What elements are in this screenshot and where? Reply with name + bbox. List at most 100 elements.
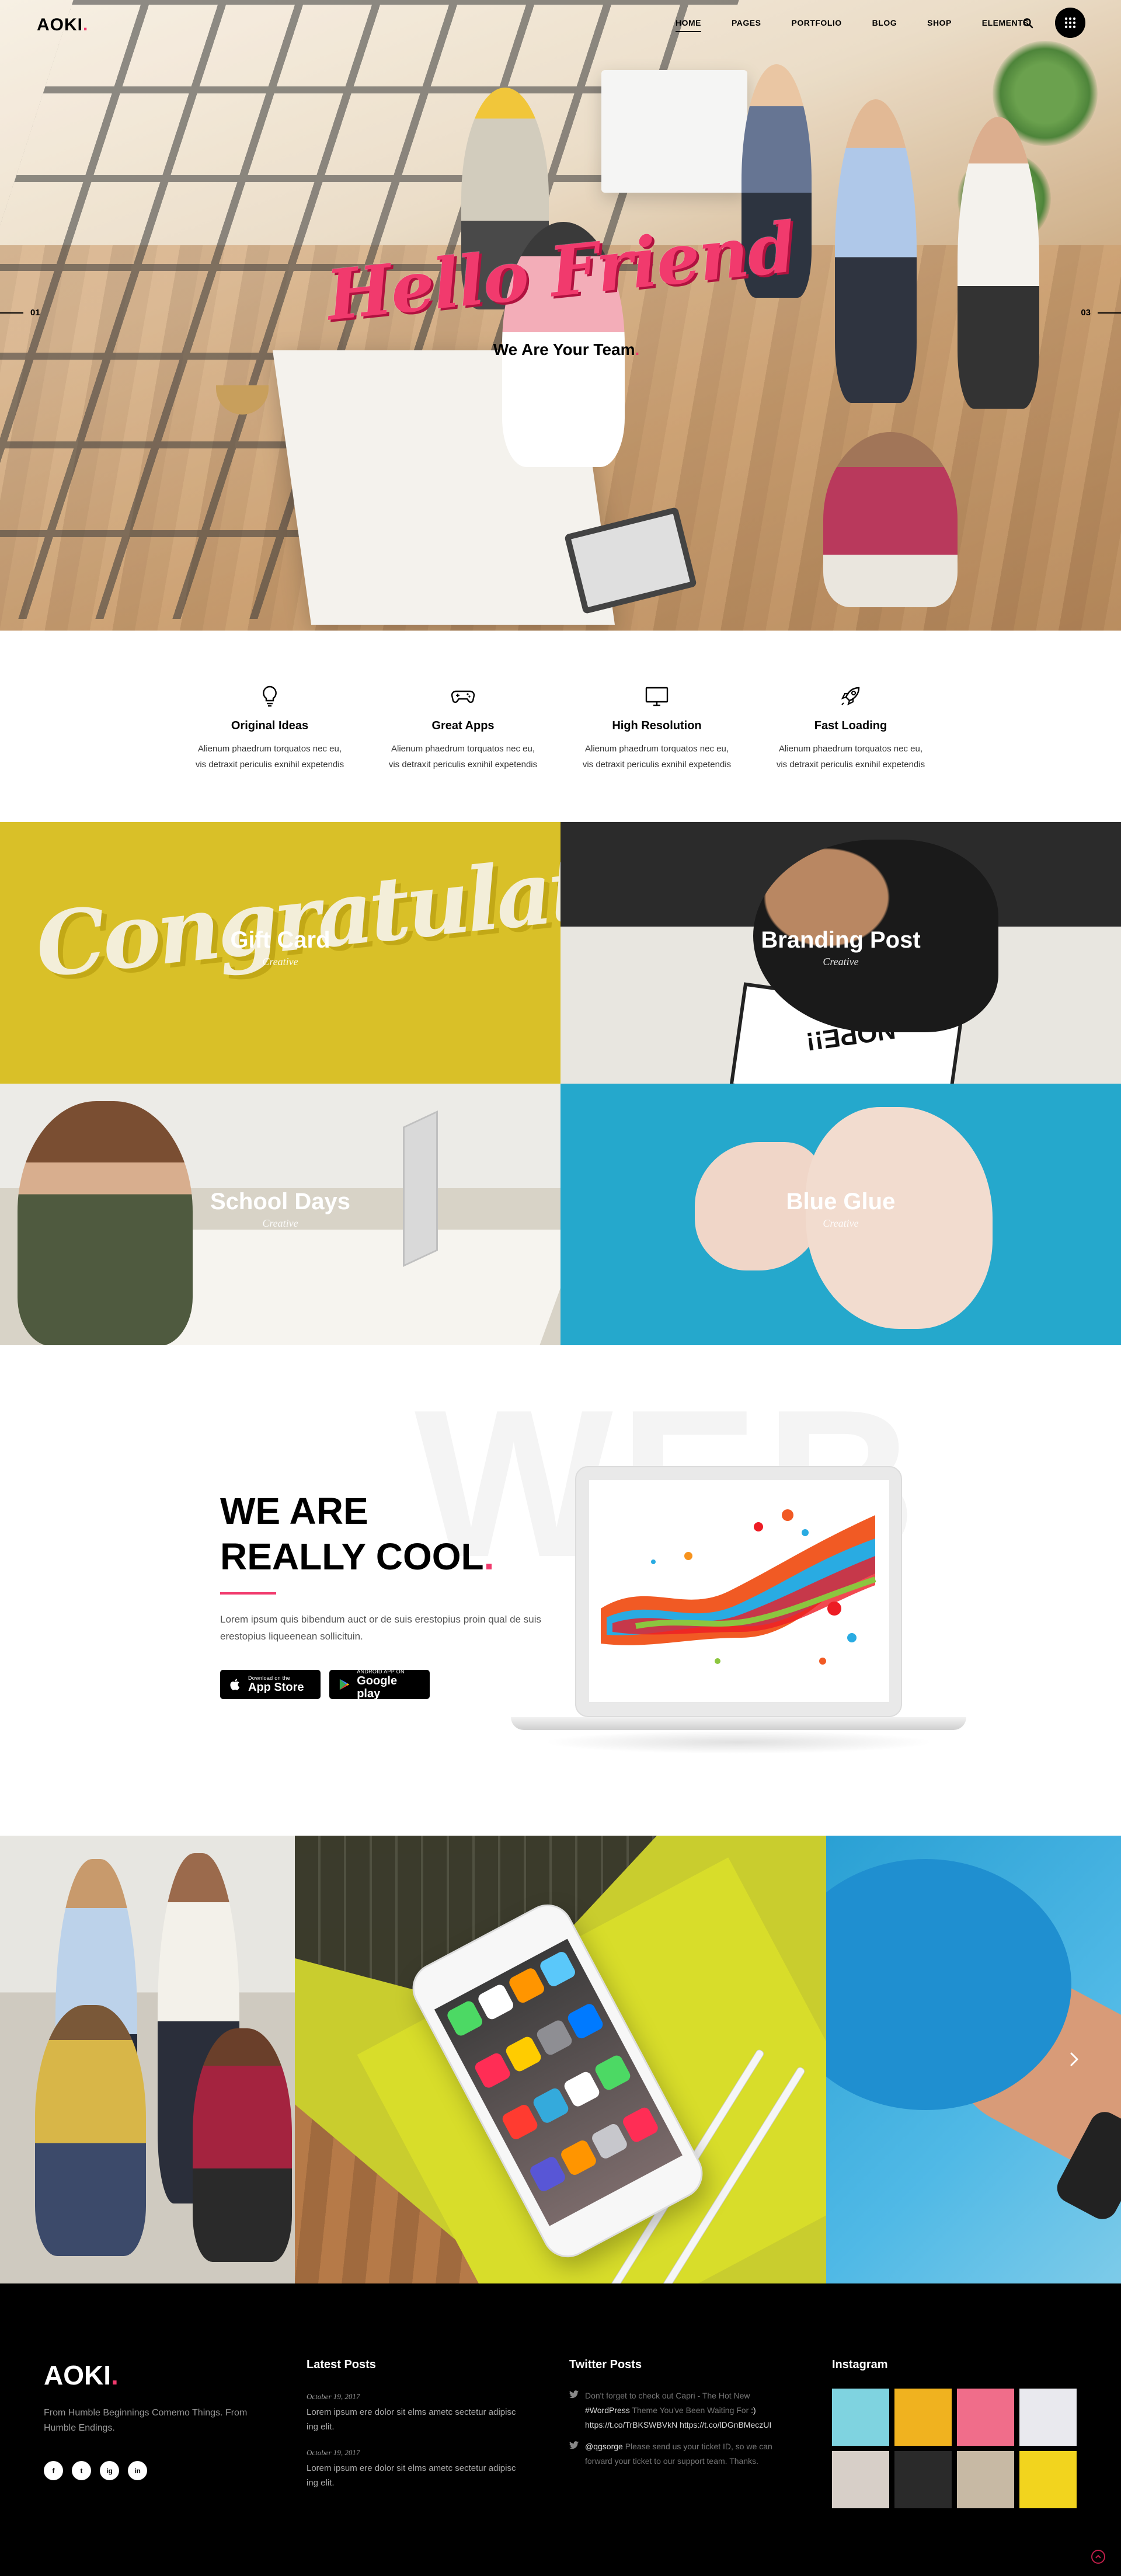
- feature-desc-line: vis detraxit periculis exnihil expetendi…: [388, 760, 538, 770]
- feature-desc-line: Alienum phaedrum torquatos nec eu,: [779, 744, 922, 754]
- app-tile: [534, 2018, 574, 2057]
- accent-dot: .: [635, 340, 640, 358]
- tweet-mention[interactable]: @qgsorge: [585, 2442, 623, 2451]
- slide-line: [0, 312, 23, 314]
- app-tile: [559, 2138, 598, 2177]
- app-tile: [593, 2053, 632, 2092]
- instagram-thumb[interactable]: [957, 2451, 1014, 2508]
- footer: AOKI. From Humble Beginnings Comemo Thin…: [0, 2283, 1121, 2576]
- app-tile: [476, 1982, 516, 2021]
- portfolio-grid: Congratulations Gift Card Creative NOPE!…: [0, 822, 1121, 1345]
- portfolio-item-gift-card[interactable]: Congratulations Gift Card Creative: [0, 822, 560, 1084]
- portfolio-category: Creative: [823, 1217, 859, 1229]
- google-play-icon: [339, 1679, 350, 1690]
- about-heading-line: WE ARE: [220, 1490, 368, 1532]
- app-tile: [565, 2001, 605, 2041]
- portfolio-caption: Gift Card Creative: [0, 927, 560, 968]
- features-section: Original Ideas Alienum phaedrum torquato…: [0, 631, 1121, 822]
- store-big-text: App Store: [248, 1681, 304, 1694]
- portfolio-caption: Branding Post Creative: [560, 927, 1121, 968]
- lightbulb-icon: [263, 685, 277, 707]
- app-tile: [531, 2086, 570, 2125]
- carousel-next-arrow-icon[interactable]: [1066, 2051, 1082, 2067]
- twitter-bird-icon: [569, 2441, 579, 2449]
- about-heading: WE ARE REALLY COOL.: [220, 1488, 494, 1579]
- grid-menu-button[interactable]: [1055, 8, 1085, 38]
- app-tile: [445, 1999, 485, 2038]
- app-tile: [504, 2034, 543, 2073]
- app-tile: [473, 2051, 512, 2090]
- instagram-thumb[interactable]: [894, 2451, 952, 2508]
- instagram-thumb[interactable]: [1019, 2451, 1077, 2508]
- feature-desc-line: Alienum phaedrum torquatos nec eu,: [391, 744, 535, 754]
- portfolio-item-branding-post[interactable]: NOPE!! Branding Post Creative: [560, 822, 1121, 1084]
- logo-dot: .: [83, 15, 89, 34]
- slide-prev[interactable]: 01: [0, 308, 40, 318]
- app-tile: [562, 2070, 601, 2109]
- footer-logo-text: AOKI: [44, 2360, 111, 2390]
- footer-post[interactable]: October 19, 2017 Lorem ipsum ere dolor s…: [307, 2392, 517, 2434]
- instagram-thumb[interactable]: [957, 2389, 1014, 2446]
- logo[interactable]: AOKI.: [37, 15, 88, 35]
- tweet-hashtag[interactable]: #WordPress: [585, 2406, 630, 2415]
- nav-item-blog[interactable]: BLOG: [872, 18, 897, 27]
- portfolio-item-blue-glue[interactable]: Blue Glue Creative: [560, 1084, 1121, 1345]
- footer-logo[interactable]: AOKI.: [44, 2359, 119, 2391]
- app-store-button[interactable]: Download on the App Store: [220, 1670, 321, 1699]
- carousel-image-team: [0, 1836, 295, 2283]
- instagram-icon[interactable]: ig: [100, 2461, 119, 2480]
- tweet-text-part: Don't forget to check out Capri - The Ho…: [585, 2391, 750, 2400]
- tweet-text: Don't forget to check out Capri - The Ho…: [585, 2389, 797, 2432]
- nav-links: HOME PAGES PORTFOLIO BLOG SHOP ELEMENTS: [676, 18, 1059, 32]
- google-play-button[interactable]: ANDROID APP ON Google play: [329, 1669, 430, 1700]
- tweet: @qgsorge Please send us your ticket ID, …: [569, 2439, 797, 2469]
- slide-next-number: 03: [1081, 308, 1091, 318]
- instagram-thumb[interactable]: [832, 2389, 889, 2446]
- feature-desc-line: vis detraxit periculis exnihil expetendi…: [195, 760, 344, 770]
- facebook-icon[interactable]: f: [44, 2461, 63, 2480]
- store-small-text: ANDROID APP ON: [357, 1669, 405, 1675]
- nav-item-home[interactable]: HOME: [676, 18, 701, 32]
- carousel-image-phone: [295, 1836, 826, 2283]
- logo-text: AOKI: [37, 15, 83, 34]
- linkedin-icon[interactable]: in: [128, 2461, 147, 2480]
- laptop-mockup: [575, 1466, 902, 1717]
- app-store-text: Download on the App Store: [248, 1675, 304, 1694]
- instagram-thumb[interactable]: [832, 2451, 889, 2508]
- portfolio-title: Gift Card: [230, 927, 330, 953]
- gamepad-icon: [451, 690, 475, 703]
- search-icon[interactable]: [1022, 18, 1034, 29]
- twitter-posts-title: Twitter Posts: [569, 2358, 642, 2371]
- feature-desc-line: vis detraxit periculis exnihil expetendi…: [776, 760, 925, 770]
- footer-post[interactable]: October 19, 2017 Lorem ipsum ere dolor s…: [307, 2448, 517, 2490]
- nav-item-elements[interactable]: ELEMENTS: [982, 18, 1029, 27]
- app-tile: [507, 1966, 546, 2005]
- grid-menu-icon: [1064, 17, 1076, 29]
- tweet-text-part: Theme You've Been Waiting For: [629, 2406, 751, 2415]
- nav-item-shop[interactable]: SHOP: [927, 18, 952, 27]
- slide-next[interactable]: 03: [1081, 308, 1121, 318]
- feature-high-resolution: High Resolution Alienum phaedrum torquat…: [569, 683, 744, 772]
- nav-item-portfolio[interactable]: PORTFOLIO: [791, 18, 841, 27]
- footer-tagline: From Humble Beginnings Comemo Things. Fr…: [44, 2408, 248, 2433]
- instagram-thumb[interactable]: [1019, 2389, 1077, 2446]
- back-to-top-button[interactable]: [1091, 2550, 1105, 2564]
- feature-original-ideas: Original Ideas Alienum phaedrum torquato…: [182, 683, 357, 772]
- feature-title: Fast Loading: [814, 719, 887, 732]
- store-big-text: Google play: [357, 1675, 398, 1700]
- twitter-icon[interactable]: t: [72, 2461, 91, 2480]
- portfolio-art-lettering: Congratulations: [31, 822, 560, 998]
- hero-overlay: [0, 0, 1121, 631]
- instagram-thumb[interactable]: [894, 2389, 952, 2446]
- nav-item-pages[interactable]: PAGES: [732, 18, 761, 27]
- post-date: October 19, 2017: [307, 2392, 360, 2401]
- google-play-text: ANDROID APP ON Google play: [357, 1669, 422, 1700]
- app-tile: [528, 2154, 568, 2194]
- portfolio-category: Creative: [262, 1217, 298, 1229]
- slide-line: [1098, 312, 1121, 314]
- about-heading-line-2: REALLY COOL.: [220, 1534, 494, 1579]
- portfolio-item-school-days[interactable]: School Days Creative: [0, 1084, 560, 1345]
- app-tile: [590, 2121, 629, 2160]
- portfolio-category: Creative: [823, 956, 859, 967]
- footer-logo-dot: .: [111, 2360, 119, 2390]
